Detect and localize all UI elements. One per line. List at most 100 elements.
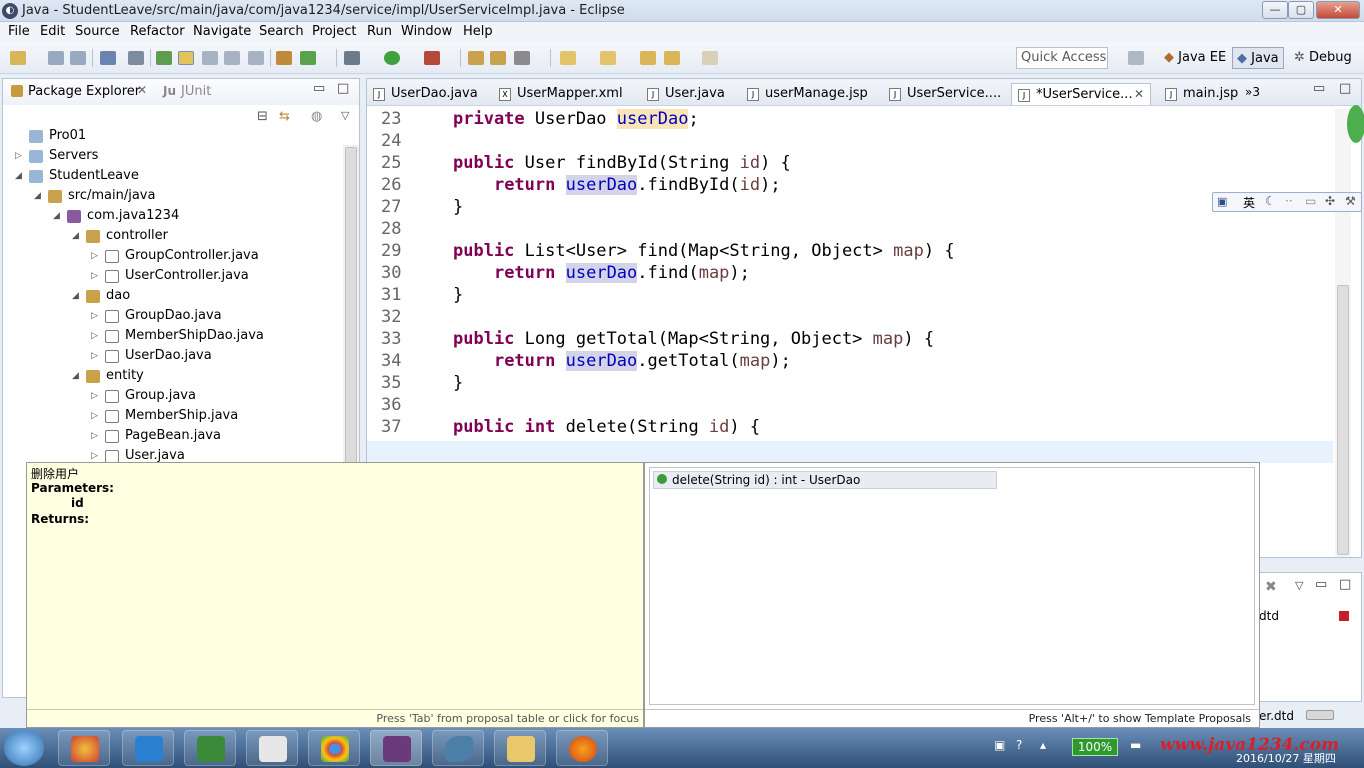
prev-annotation-icon[interactable] (600, 51, 616, 65)
keyboard-icon[interactable]: ▭ (1305, 194, 1316, 208)
menu-project[interactable]: Project (312, 24, 356, 39)
expand-arrow-icon[interactable]: ◢ (15, 171, 22, 181)
code-line[interactable]: 34 return userDao.getTotal(map); (367, 351, 1327, 373)
block-icon[interactable] (224, 51, 240, 65)
perspective-debug[interactable]: ✲ Debug (1290, 47, 1356, 69)
code-line[interactable]: 23 private UserDao userDao; (367, 109, 1327, 131)
view-menu-icon[interactable]: ▽ (341, 109, 349, 122)
server-icon[interactable] (276, 51, 292, 65)
save-icon[interactable] (48, 51, 64, 65)
expand-arrow-icon[interactable]: ▷ (91, 431, 98, 441)
tab-userdao-java[interactable]: J UserDao.java (367, 83, 484, 105)
battery-indicator[interactable]: 100% (1072, 738, 1118, 756)
editor-scrollbar[interactable] (1335, 109, 1351, 557)
minimize-button[interactable]: — (1262, 1, 1288, 19)
code-line[interactable]: 29 public List<User> find(Map<String, Obj… (367, 241, 1327, 263)
link-editor-icon[interactable]: ⇆ (279, 109, 290, 124)
maximize-view-icon[interactable]: □ (337, 81, 349, 96)
maximize-view-icon[interactable]: □ (1339, 577, 1351, 592)
code-line[interactable]: 37 public int delete(String id) { (367, 417, 1327, 439)
expand-arrow-icon[interactable]: ▷ (91, 351, 98, 361)
tab-usermapper-xml[interactable]: X UserMapper.xml (493, 83, 629, 105)
wrench-icon[interactable]: ⚒ (1345, 194, 1356, 208)
scroll-thumb[interactable] (345, 147, 357, 477)
expand-arrow-icon[interactable]: ▷ (91, 311, 98, 321)
expand-arrow-icon[interactable]: ▷ (15, 151, 22, 161)
minimize-view-icon[interactable]: ▭ (313, 81, 325, 96)
code-line[interactable]: 35} (367, 373, 1327, 395)
menu-source[interactable]: Source (75, 24, 120, 39)
expand-arrow-icon[interactable]: ◢ (53, 211, 60, 221)
expand-arrow-icon[interactable]: ▷ (91, 411, 98, 421)
minimize-view-icon[interactable]: ▭ (1315, 577, 1327, 592)
code-line[interactable]: 33 public Long getTotal(Map<String, Objec… (367, 329, 1327, 351)
expand-arrow-icon[interactable]: ▷ (91, 331, 98, 341)
close-icon[interactable]: ✕ (137, 83, 147, 97)
minimize-editor-icon[interactable]: ▭ (1313, 81, 1325, 96)
expand-arrow-icon[interactable]: ◢ (72, 231, 79, 241)
tray-arrow-icon[interactable]: ▴ (1040, 738, 1046, 752)
new-icon[interactable] (10, 51, 26, 65)
menu-file[interactable]: File (8, 24, 30, 39)
expand-arrow-icon[interactable]: ◢ (34, 191, 41, 201)
expand-arrow-icon[interactable]: ◢ (72, 371, 79, 381)
taskbar-app-1[interactable] (58, 730, 110, 766)
save-all-icon[interactable] (70, 51, 86, 65)
perspective-java-ee[interactable]: ◆ Java EE (1160, 47, 1230, 69)
taskbar-app-4[interactable] (246, 730, 298, 766)
quick-access-input[interactable]: Quick Access (1016, 47, 1108, 69)
help-icon[interactable]: ? (1016, 738, 1022, 752)
menu-edit[interactable]: Edit (40, 24, 65, 39)
forward-icon[interactable] (702, 51, 718, 65)
code-area[interactable]: 23 private UserDao userDao; 24 25 public Use… (367, 109, 1327, 461)
menu-run[interactable]: Run (367, 24, 392, 39)
open-perspective-icon[interactable] (1128, 51, 1144, 65)
code-line[interactable]: 30 return userDao.find(map); (367, 263, 1327, 285)
moon-icon[interactable]: ☾ (1265, 194, 1276, 208)
highlight-icon[interactable] (178, 51, 194, 65)
close-icon[interactable]: ✕ (1134, 87, 1144, 101)
menu-help[interactable]: Help (463, 24, 493, 39)
back-icon[interactable] (664, 51, 680, 65)
taskbar-app-7[interactable] (432, 730, 484, 766)
start-button[interactable] (4, 730, 44, 766)
pilcrow-icon[interactable] (248, 51, 264, 65)
code-line[interactable]: 32 (367, 307, 1327, 329)
external-tools-icon[interactable] (424, 51, 440, 65)
next-annotation-icon[interactable] (560, 51, 576, 65)
expand-arrow-icon[interactable]: ▷ (91, 251, 98, 261)
clear-icon[interactable]: ✖ (1265, 579, 1277, 595)
settings-icon[interactable]: ✣ (1325, 194, 1335, 208)
code-line[interactable]: 31} (367, 285, 1327, 307)
last-edit-icon[interactable] (640, 51, 656, 65)
debug-icon[interactable] (344, 51, 360, 65)
maximize-button[interactable]: ▢ (1288, 1, 1314, 19)
taskbar-app-3[interactable] (184, 730, 236, 766)
maximize-editor-icon[interactable]: □ (1339, 81, 1351, 96)
menu-refactor[interactable]: Refactor (130, 24, 185, 39)
run-icon[interactable] (384, 51, 400, 65)
perspective-java[interactable]: ◆ Java (1232, 47, 1284, 69)
tab-usermanage-jsp[interactable]: JuserManage.jsp (741, 83, 874, 105)
menu-navigate[interactable]: Navigate (193, 24, 251, 39)
editor-scroll-thumb[interactable] (1337, 285, 1349, 555)
code-line[interactable]: 36 (367, 395, 1327, 417)
menu-search[interactable]: Search (259, 24, 304, 39)
toggle-icon[interactable] (202, 51, 218, 65)
expand-arrow-icon[interactable]: ▷ (91, 451, 98, 461)
open-folder-icon[interactable] (490, 51, 506, 65)
skip-breakpoints-icon[interactable] (128, 51, 144, 65)
search-icon[interactable] (514, 51, 530, 65)
code-line[interactable]: 24 (367, 131, 1327, 153)
taskbar-app-8[interactable] (494, 730, 546, 766)
tray-icon-1[interactable]: ▣ (994, 738, 1005, 752)
stop-icon[interactable] (1339, 611, 1349, 621)
link-icon[interactable] (156, 51, 172, 65)
tab-userservice[interactable]: J UserService.... (883, 83, 1007, 105)
proposal-item[interactable]: delete(String id) : int - UserDao (653, 471, 997, 489)
tab-main-jsp[interactable]: Jmain.jsp (1159, 83, 1244, 105)
tab-package-explorer[interactable]: Package Explorer (28, 84, 140, 99)
tab-userserviceimpl-active[interactable]: J *UserService... ✕ (1011, 83, 1151, 105)
taskbar-app-9[interactable] (556, 730, 608, 766)
code-line[interactable]: 25 public User findById(String id) { (367, 153, 1327, 175)
